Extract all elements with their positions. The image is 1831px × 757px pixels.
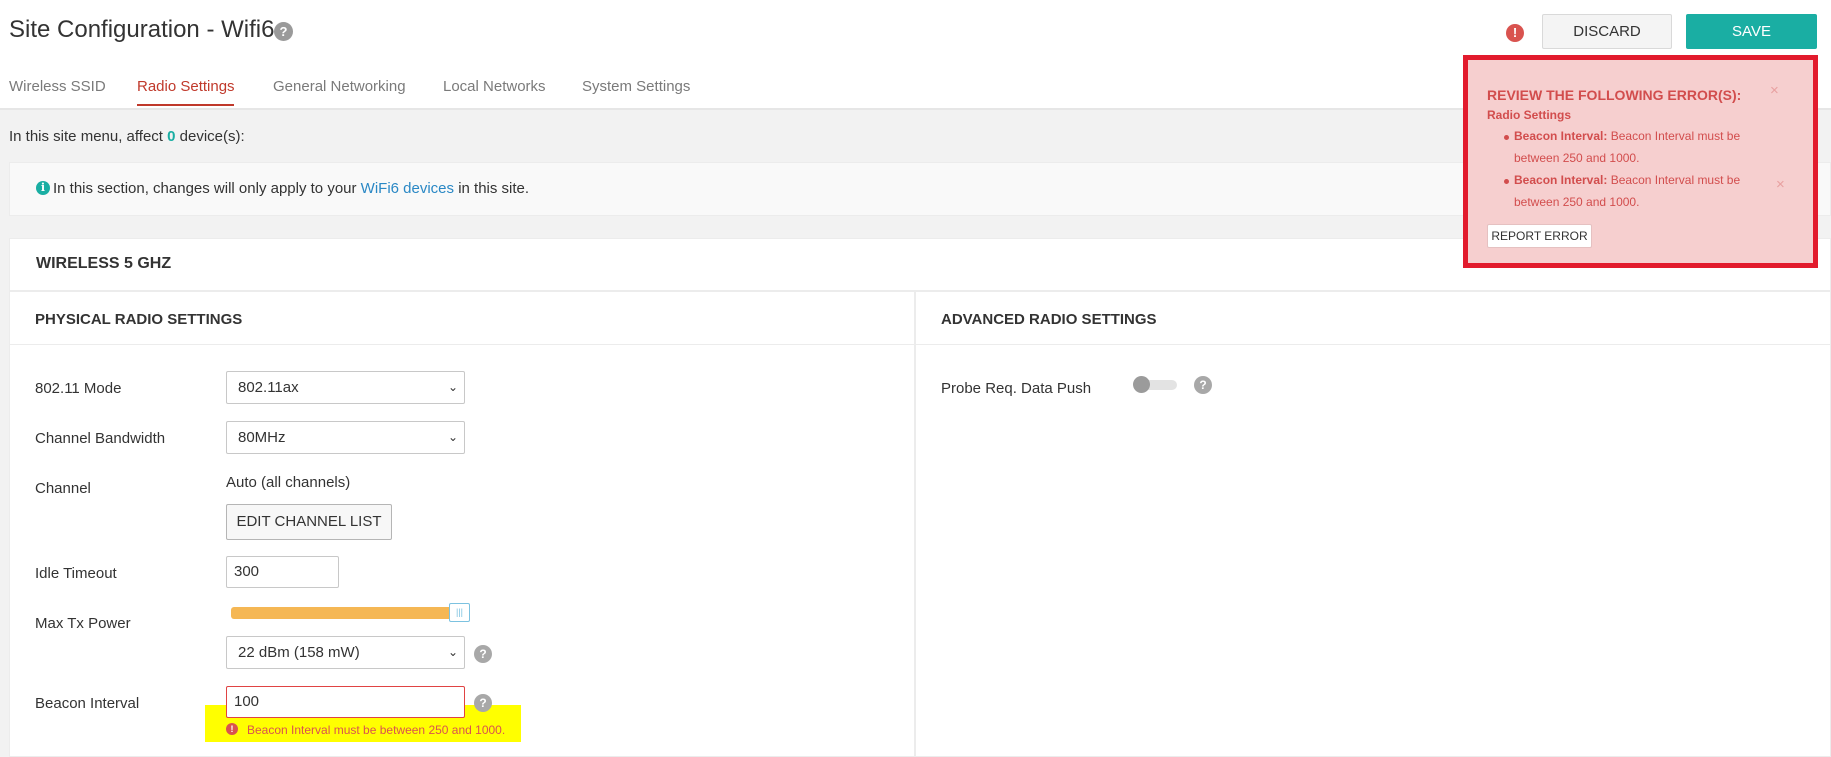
mode-select[interactable]: 802.11ax ⌄ bbox=[226, 371, 465, 404]
max-tx-power-label: Max Tx Power bbox=[35, 615, 131, 632]
info-icon: i bbox=[36, 181, 50, 195]
tx-power-slider[interactable] bbox=[231, 607, 452, 619]
error-bullet bbox=[1504, 135, 1509, 140]
error-popup-title: REVIEW THE FOLLOWING ERROR(S): bbox=[1487, 87, 1742, 103]
beacon-interval-label: Beacon Interval bbox=[35, 695, 140, 712]
mode-label: 802.11 Mode bbox=[35, 380, 122, 397]
chevron-down-icon: ⌄ bbox=[447, 645, 458, 659]
wireless-5ghz-card bbox=[9, 238, 1831, 757]
card-title: WIRELESS 5 GHZ bbox=[36, 255, 172, 272]
idle-timeout-label: Idle Timeout bbox=[35, 565, 117, 582]
error-item-text: Beacon Interval must be bbox=[1610, 129, 1741, 143]
advanced-radio-heading: ADVANCED RADIO SETTINGS bbox=[941, 311, 1157, 328]
beacon-interval-input[interactable]: 100 bbox=[226, 686, 465, 718]
card-divider bbox=[9, 290, 1831, 292]
channel-value: Auto (all channels) bbox=[226, 474, 351, 491]
error-item-field: Beacon Interval: bbox=[1514, 129, 1608, 143]
close-icon[interactable]: × bbox=[1776, 176, 1785, 193]
chevron-down-icon: ⌄ bbox=[447, 380, 458, 394]
affect-prefix: In this site menu, affect bbox=[9, 128, 168, 145]
help-icon[interactable]: ? bbox=[1194, 376, 1212, 394]
toggle-knob[interactable] bbox=[1133, 376, 1150, 393]
error-item-line2: between 250 and 1000. bbox=[1514, 195, 1640, 209]
section-divider bbox=[9, 344, 1831, 345]
mode-select-value: 802.11ax bbox=[238, 379, 299, 396]
error-bullet bbox=[1504, 179, 1509, 184]
error-section-title: Radio Settings bbox=[1487, 108, 1572, 122]
tx-power-select-value: 22 dBm (158 mW) bbox=[238, 644, 360, 661]
help-icon[interactable]: ? bbox=[474, 694, 492, 712]
info-prefix: In this section, changes will only apply… bbox=[53, 180, 361, 197]
chevron-down-icon: ⌄ bbox=[447, 430, 458, 444]
probe-req-label: Probe Req. Data Push bbox=[941, 380, 1092, 397]
error-icon: ! bbox=[226, 723, 238, 735]
tab-wireless-ssid[interactable]: Wireless SSID bbox=[9, 78, 106, 95]
bandwidth-label: Channel Bandwidth bbox=[35, 430, 166, 447]
error-item-text: Beacon Interval must be bbox=[1610, 173, 1741, 187]
error-item-field: Beacon Interval: bbox=[1514, 173, 1608, 187]
tab-system-settings[interactable]: System Settings bbox=[582, 78, 690, 95]
bandwidth-select[interactable]: 80MHz ⌄ bbox=[226, 421, 465, 454]
affect-suffix: device(s): bbox=[175, 128, 245, 145]
column-divider bbox=[914, 292, 916, 757]
active-tab-indicator bbox=[137, 104, 234, 106]
beacon-interval-error: Beacon Interval must be between 250 and … bbox=[247, 723, 506, 737]
error-item-line1: Beacon Interval: Beacon Interval must be bbox=[1514, 129, 1740, 143]
bandwidth-select-value: 80MHz bbox=[238, 429, 286, 446]
wifi6-devices-link[interactable]: WiFi6 devices bbox=[361, 180, 454, 197]
info-text: In this section, changes will only apply… bbox=[53, 180, 529, 197]
affect-devices-line: In this site menu, affect 0 device(s): bbox=[9, 128, 245, 145]
physical-radio-heading: PHYSICAL RADIO SETTINGS bbox=[35, 311, 243, 328]
report-error-button[interactable]: REPORT ERROR bbox=[1487, 224, 1592, 248]
tab-local-networks[interactable]: Local Networks bbox=[443, 78, 546, 95]
error-icon[interactable]: ! bbox=[1506, 24, 1524, 42]
tab-radio-settings[interactable]: Radio Settings bbox=[137, 78, 235, 95]
page-title: Site Configuration - Wifi6 bbox=[9, 16, 275, 43]
close-icon[interactable]: × bbox=[1770, 82, 1779, 99]
idle-timeout-input[interactable]: 300 bbox=[226, 556, 339, 588]
error-item-line1: Beacon Interval: Beacon Interval must be bbox=[1514, 173, 1740, 187]
tab-general-networking[interactable]: General Networking bbox=[273, 78, 406, 95]
channel-label: Channel bbox=[35, 480, 91, 497]
tx-power-select[interactable]: 22 dBm (158 mW) ⌄ bbox=[226, 636, 465, 669]
help-icon[interactable]: ? bbox=[474, 645, 492, 663]
save-button[interactable]: SAVE bbox=[1686, 14, 1817, 49]
discard-button[interactable]: DISCARD bbox=[1542, 14, 1672, 49]
help-icon[interactable]: ? bbox=[274, 22, 293, 41]
slider-handle-icon[interactable]: ||| bbox=[449, 603, 470, 622]
error-item-line2: between 250 and 1000. bbox=[1514, 151, 1640, 165]
info-suffix: in this site. bbox=[454, 180, 530, 197]
edit-channel-list-button[interactable]: EDIT CHANNEL LIST bbox=[226, 504, 392, 540]
